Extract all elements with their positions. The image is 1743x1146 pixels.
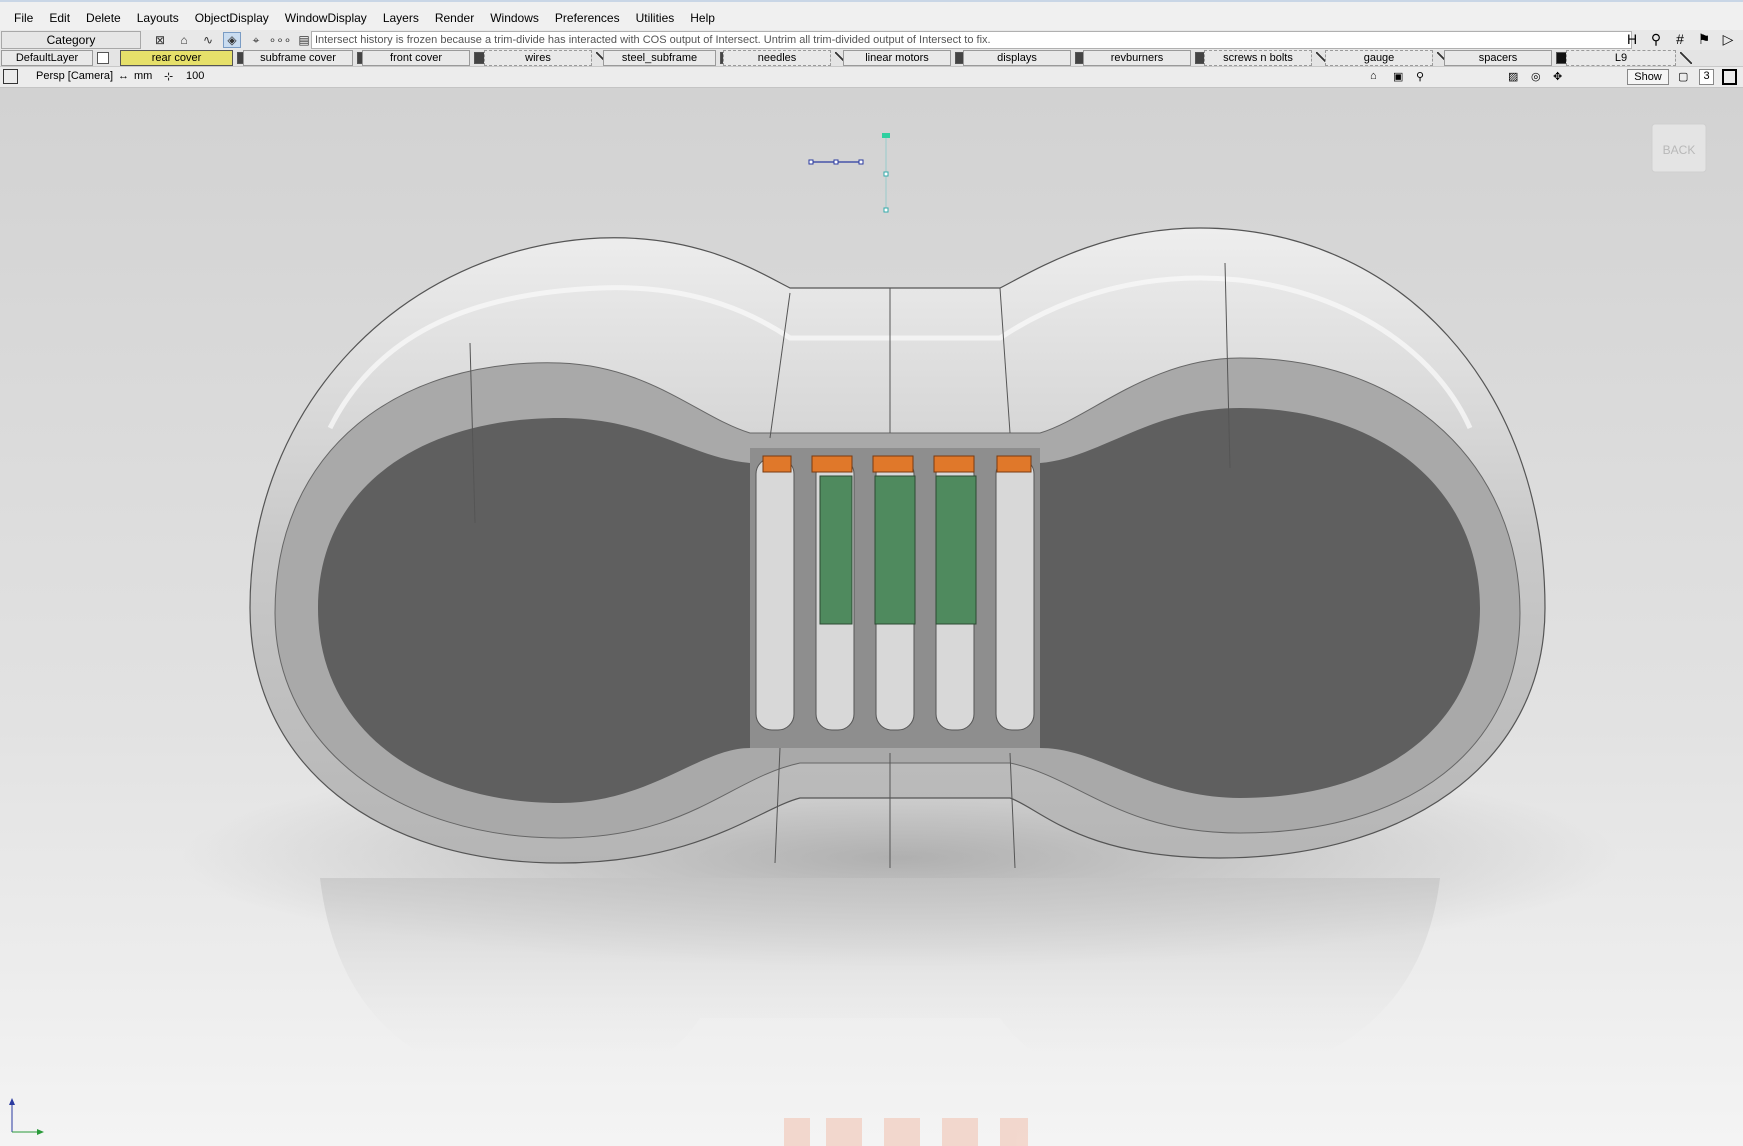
plane-icon[interactable]: ⊠ [151, 32, 169, 48]
menu-windowdisplay[interactable]: WindowDisplay [277, 3, 375, 33]
surface-select-icon[interactable]: ◈ [223, 32, 241, 48]
menu-delete[interactable]: Delete [78, 3, 129, 33]
frame-icon[interactable]: ▣ [1393, 70, 1403, 83]
sphere-icon[interactable]: ◎ [1531, 70, 1541, 83]
right-cavity [1040, 408, 1480, 798]
menu-utilities[interactable]: Utilities [628, 3, 683, 33]
play-icon[interactable]: ▷ [1719, 31, 1737, 48]
layer-swatch[interactable] [97, 52, 109, 64]
maximize-view-icon[interactable] [3, 69, 18, 84]
pin-icon[interactable]: ⚲ [1647, 31, 1665, 48]
status-message: Intersect history is frozen because a tr… [311, 31, 1632, 49]
layer-swatch[interactable] [1680, 52, 1692, 64]
menu-preferences[interactable]: Preferences [547, 3, 628, 33]
menu-help[interactable]: Help [682, 3, 723, 33]
layout-icon[interactable]: ▨ [1508, 70, 1518, 83]
menu-windows[interactable]: Windows [482, 3, 547, 33]
green-display-boards[interactable] [819, 475, 977, 625]
menu-file[interactable]: File [6, 3, 41, 33]
layer-linear-motors[interactable]: linear motors [843, 50, 951, 66]
zoom-label: 100 [186, 70, 205, 82]
layer-needles[interactable]: needles [723, 50, 831, 66]
layer-screws-n-bolts[interactable]: screws n bolts [1204, 50, 1312, 66]
layer-revburners[interactable]: revburners [1083, 50, 1191, 66]
dots-icon[interactable]: ∘∘∘ [269, 32, 292, 48]
layer-rear-cover[interactable]: rear cover [120, 50, 233, 66]
window-icon[interactable]: ▢ [1678, 70, 1688, 83]
layer-wires[interactable]: wires [484, 50, 592, 66]
layer-subframe-cover[interactable]: subframe cover [243, 50, 353, 66]
menu-objectdisplay[interactable]: ObjectDisplay [187, 3, 277, 33]
layer-spacers[interactable]: spacers [1444, 50, 1552, 66]
magnify-icon[interactable]: ⚲ [1416, 70, 1424, 83]
count-box[interactable]: 3 [1699, 69, 1714, 85]
units-label: mm [134, 70, 153, 82]
zoom-icon: ⊹ [164, 71, 174, 83]
magnet-icon[interactable]: ⚑ [1695, 31, 1713, 48]
menu-render[interactable]: Render [427, 3, 482, 33]
layer-gauge[interactable]: gauge [1325, 50, 1433, 66]
history-icon[interactable]: H [1623, 31, 1641, 48]
right-tool-icons: H ⚲ # ⚑ ▷ [1623, 31, 1737, 48]
camera-icon[interactable]: ⌂ [1370, 70, 1377, 82]
layer-bar: DefaultLayer rear cover subframe cover fron… [0, 50, 1743, 67]
modeling-viewport[interactable]: BACK [0, 88, 1743, 1146]
camera-label: Persp [Camera] [36, 70, 114, 82]
menu-layers[interactable]: Layers [375, 3, 427, 33]
view-cube-label: BACK [1663, 143, 1696, 157]
show-button[interactable]: Show [1627, 69, 1669, 85]
units-arrows-icon: ↔ [118, 70, 129, 82]
curve-tool-icon[interactable]: ⌂ [175, 32, 193, 48]
info-row: Category ⊠ ⌂ ∿ ◈ ⌖ ∘∘∘ ▤ Intersect histo… [0, 30, 1743, 50]
layout-single-icon[interactable] [1722, 69, 1737, 85]
viewport-status-row: Persp [Camera] ↔ mm ⊹ 100 ⌂ ▣ ⚲ ▨ ◎ ✥ Sh… [0, 67, 1743, 88]
category-dropdown[interactable]: Category [1, 31, 141, 49]
menu-bar: File Edit Delete Layouts ObjectDisplay Window… [0, 0, 1743, 33]
layer-steel-subframe[interactable]: steel_subframe [603, 50, 716, 66]
layer-displays[interactable]: displays [963, 50, 1071, 66]
layer-front-cover[interactable]: front cover [362, 50, 470, 66]
layer-l9[interactable]: L9 [1566, 50, 1676, 66]
wave-icon[interactable]: ∿ [199, 32, 217, 48]
view-cube[interactable]: BACK [1651, 123, 1707, 173]
menu-layouts[interactable]: Layouts [129, 3, 187, 33]
move-icon[interactable]: ✥ [1553, 70, 1562, 83]
transform-icon[interactable]: ⌖ [247, 32, 265, 48]
grid-icon[interactable]: # [1671, 31, 1689, 48]
left-cavity [318, 418, 750, 803]
viewport-canvas[interactable]: BACK [0, 88, 1743, 1146]
tool-icons: ⊠ ⌂ ∿ ◈ ⌖ ∘∘∘ ▤ [151, 32, 313, 48]
layer-defaultlayer[interactable]: DefaultLayer [1, 50, 93, 66]
menu-edit[interactable]: Edit [41, 3, 78, 33]
